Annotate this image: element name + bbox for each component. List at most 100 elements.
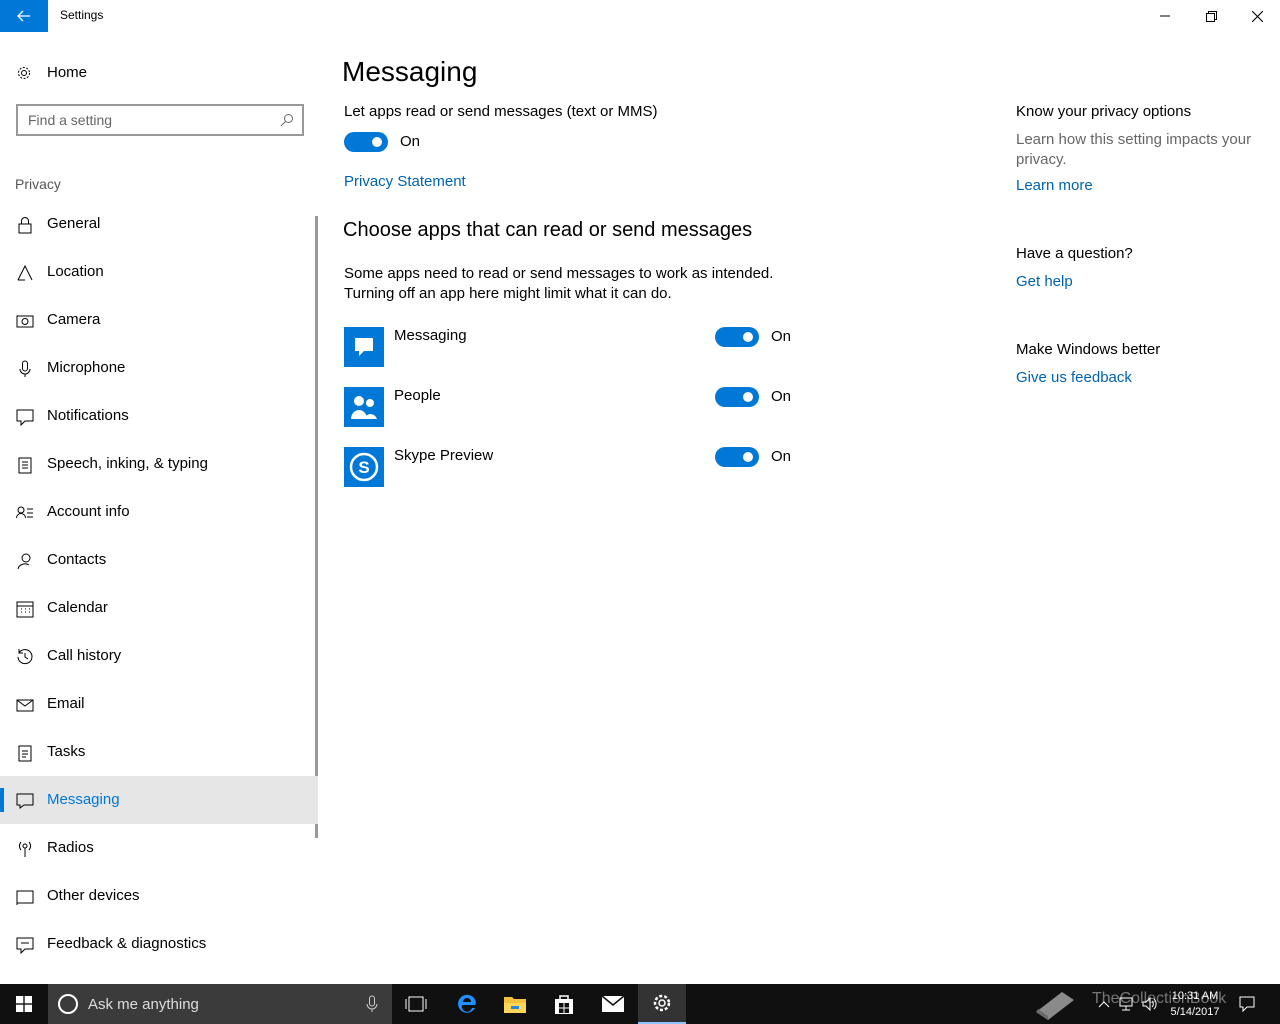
- back-button[interactable]: [0, 0, 48, 32]
- choose-apps-description: Some apps need to read or send messages …: [344, 264, 773, 304]
- cortana-icon: [58, 994, 78, 1014]
- chevron-up-icon: [1098, 1001, 1110, 1008]
- back-arrow-icon: [17, 10, 30, 22]
- page-title: Messaging: [342, 56, 478, 87]
- nav-item-label: Other devices: [47, 887, 140, 904]
- mail-button[interactable]: [589, 984, 637, 1024]
- task-view-icon: [405, 996, 427, 1012]
- nav-item-call-history[interactable]: Call history: [0, 632, 318, 680]
- close-button[interactable]: [1234, 0, 1280, 32]
- skype-app-toggle[interactable]: [715, 447, 759, 467]
- messaging-access-state: On: [400, 133, 421, 150]
- nav-item-general[interactable]: General: [0, 200, 318, 248]
- history-icon: [17, 649, 33, 665]
- privacy-options-header: Know your privacy options: [1016, 103, 1192, 120]
- minimize-icon: [1160, 15, 1170, 17]
- app-row-people: People On: [344, 387, 804, 427]
- notifications-icon: [16, 409, 34, 426]
- microphone-icon[interactable]: [366, 995, 378, 1013]
- nav-item-notifications[interactable]: Notifications: [0, 392, 318, 440]
- show-hidden-icons-button[interactable]: [1094, 984, 1114, 1024]
- home-label: Home: [47, 64, 88, 81]
- cortana-placeholder: Ask me anything: [88, 996, 199, 1013]
- calendar-icon: [16, 601, 34, 618]
- nav-item-radios[interactable]: Radios: [0, 824, 318, 872]
- messaging-app-toggle[interactable]: [715, 327, 759, 347]
- close-icon: [1251, 10, 1263, 22]
- nav-item-location[interactable]: Location: [0, 248, 318, 296]
- nav-item-other-devices[interactable]: Other devices: [0, 872, 318, 920]
- minimize-button[interactable]: [1142, 0, 1188, 32]
- account-info-icon: [16, 506, 33, 519]
- messaging-access-label: Let apps read or send messages (text or …: [344, 103, 658, 120]
- nav-item-label: Call history: [47, 647, 122, 664]
- store-button[interactable]: [540, 984, 588, 1024]
- skype-app-icon: S: [344, 447, 384, 487]
- privacy-statement-link[interactable]: Privacy Statement: [344, 173, 466, 190]
- question-header: Have a question?: [1016, 245, 1133, 262]
- nav-item-microphone[interactable]: Microphone: [0, 344, 318, 392]
- action-center-icon: [1239, 996, 1255, 1012]
- tasks-icon: [18, 745, 32, 762]
- messaging-access-toggle[interactable]: [344, 132, 388, 152]
- nav-item-label: Account info: [47, 503, 130, 520]
- nav-item-messaging[interactable]: Messaging: [0, 776, 318, 824]
- home-nav-item[interactable]: Home: [0, 56, 320, 90]
- file-explorer-button[interactable]: [491, 984, 539, 1024]
- nav-item-label: Calendar: [47, 599, 108, 616]
- nav-item-tasks[interactable]: Tasks: [0, 728, 318, 776]
- start-button[interactable]: [0, 984, 48, 1024]
- feedback-icon: [16, 937, 34, 954]
- folder-icon: [504, 997, 526, 1013]
- settings-taskbar-button[interactable]: [638, 984, 686, 1024]
- taskbar-clock[interactable]: 10:31 AM 5/14/2017: [1160, 988, 1230, 1020]
- settings-search-input[interactable]: Find a setting: [16, 104, 304, 136]
- nav-item-label: General: [47, 215, 101, 232]
- nav-item-label: Radios: [47, 839, 94, 856]
- privacy-nav-list: General Location Camera Microphone Notif…: [0, 200, 318, 968]
- make-windows-better-header: Make Windows better: [1016, 341, 1161, 358]
- window-title: Settings: [60, 8, 104, 22]
- app-name: Skype Preview: [394, 447, 494, 464]
- location-icon: [17, 264, 33, 281]
- learn-more-link[interactable]: Learn more: [1016, 177, 1093, 194]
- volume-button[interactable]: [1140, 984, 1160, 1024]
- nav-item-label: Camera: [47, 311, 101, 328]
- give-feedback-link[interactable]: Give us feedback: [1016, 369, 1132, 386]
- nav-item-speech[interactable]: Speech, inking, & typing: [0, 440, 318, 488]
- app-toggle-state: On: [771, 448, 792, 465]
- nav-item-label: Email: [47, 695, 85, 712]
- store-icon: [555, 995, 573, 1014]
- nav-item-email[interactable]: Email: [0, 680, 318, 728]
- nav-item-feedback[interactable]: Feedback & diagnostics: [0, 920, 318, 968]
- edge-button[interactable]: [443, 984, 491, 1024]
- people-app-toggle[interactable]: [715, 387, 759, 407]
- gear-icon: [18, 67, 30, 79]
- nav-item-calendar[interactable]: Calendar: [0, 584, 318, 632]
- get-help-link[interactable]: Get help: [1016, 273, 1073, 290]
- people-app-icon: [344, 387, 384, 427]
- search-icon[interactable]: [280, 113, 294, 127]
- speech-icon: [18, 457, 32, 474]
- app-row-messaging: Messaging On: [344, 327, 804, 367]
- app-name: People: [394, 387, 441, 404]
- task-view-button[interactable]: [392, 984, 440, 1024]
- cortana-search-box[interactable]: Ask me anything: [48, 984, 392, 1024]
- description-line: Some apps need to read or send messages …: [344, 265, 774, 282]
- action-center-button[interactable]: [1236, 984, 1258, 1024]
- radios-icon: [19, 841, 31, 857]
- other-devices-icon: [16, 890, 34, 905]
- nav-item-camera[interactable]: Camera: [0, 296, 318, 344]
- restore-icon: [1205, 10, 1217, 22]
- network-button[interactable]: [1116, 984, 1136, 1024]
- app-toggle-state: On: [771, 328, 792, 345]
- nav-item-account-info[interactable]: Account info: [0, 488, 318, 536]
- contacts-icon: [17, 553, 31, 570]
- nav-item-contacts[interactable]: Contacts: [0, 536, 318, 584]
- volume-icon: [1142, 997, 1157, 1011]
- clock-date: 5/14/2017: [1170, 1006, 1220, 1018]
- edge-icon: [458, 994, 476, 1013]
- clock-time: 10:31 AM: [1171, 990, 1219, 1002]
- restore-button[interactable]: [1188, 0, 1234, 32]
- app-toggle-state: On: [771, 388, 792, 405]
